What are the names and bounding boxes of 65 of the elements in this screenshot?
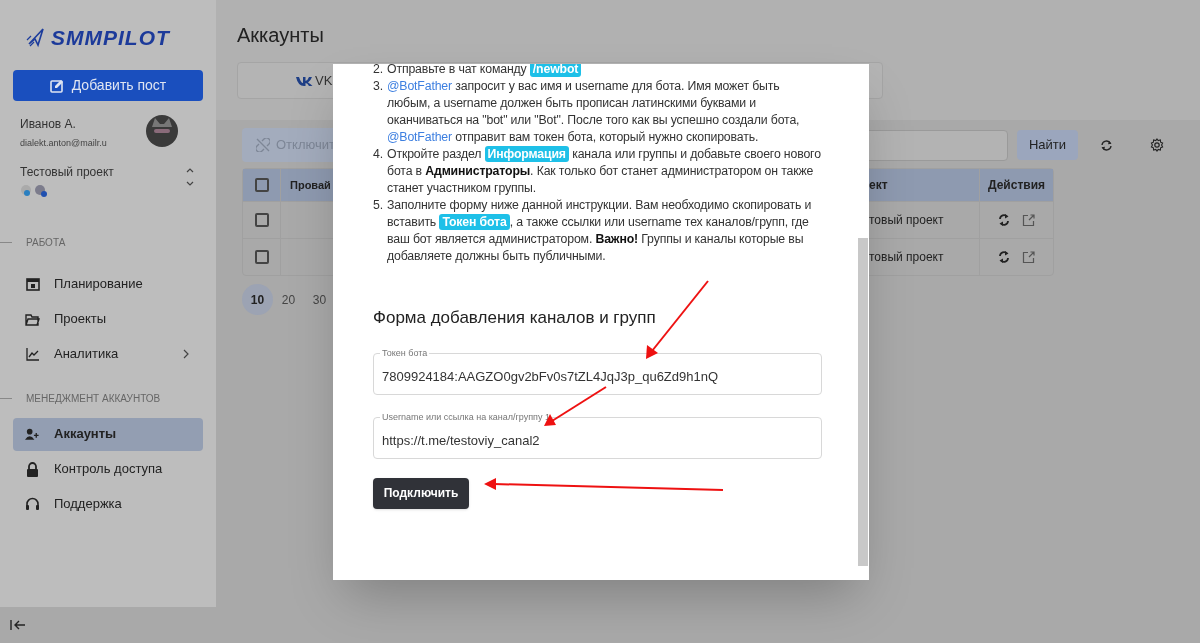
tab[interactable]: VK: [296, 70, 333, 91]
calendar-icon: [25, 277, 40, 291]
vk-logo-icon: [296, 75, 313, 86]
refresh-icon: [1100, 139, 1113, 151]
user-name: Иванов А.: [20, 116, 77, 133]
settings-icon: [1150, 138, 1164, 152]
table-cell-text: товый проект: [869, 249, 944, 266]
sidebar-item[interactable]: Аккаунты: [13, 417, 203, 451]
sync-icon: [998, 250, 1010, 264]
page-button[interactable]: 20: [273, 284, 304, 315]
column-header: Провай: [290, 177, 331, 193]
collapse-sidebar-icon: [10, 619, 26, 631]
lock-icon: [25, 461, 40, 477]
search-button[interactable]: Найти: [1017, 130, 1078, 160]
scrollbar[interactable]: [856, 64, 869, 580]
section-heading: РАБОТА: [26, 235, 66, 250]
edit-icon: [49, 78, 64, 93]
step-text: Откройте раздел Информация канала или группы и добавьте своего нового бота в Администраторы. Как только бот станет администратором он также станет участником группы.: [387, 146, 822, 197]
rocket-icon: [25, 26, 47, 48]
add-post-button[interactable]: Добавить пост: [13, 70, 203, 101]
list-number: 4.: [373, 146, 384, 163]
form-title: Форма добавления каналов и групп: [373, 307, 656, 329]
sidebar-item[interactable]: Контроль доступа: [13, 452, 203, 486]
chevron-up-icon: [186, 167, 194, 173]
page-button[interactable]: 30: [304, 284, 335, 315]
annotation-arrow: [544, 386, 607, 426]
sync-icon: [998, 213, 1010, 227]
open-external-icon: [1022, 213, 1035, 227]
list-number: 5.: [373, 197, 384, 214]
link[interactable]: @BotFather: [387, 130, 452, 144]
table-cell-text: товый проект: [869, 212, 944, 229]
account-avatar-icon: [20, 184, 32, 197]
open-external-icon: [1022, 250, 1035, 264]
sidebar-item[interactable]: Аналитика: [13, 337, 203, 371]
column-header: ект: [869, 177, 888, 194]
sidebar-item[interactable]: Поддержка: [13, 487, 203, 521]
chart-icon: [25, 347, 40, 361]
user-plus-icon: [25, 428, 40, 440]
page-button[interactable]: 10: [242, 284, 273, 315]
step-text: Отправьте в чат команду /newbot: [387, 64, 582, 78]
project-name: Тестовый проект: [20, 163, 114, 181]
field-label: Токен бота: [380, 346, 430, 359]
checkbox[interactable]: [254, 213, 269, 227]
chevron-down-icon: [186, 180, 194, 186]
column-header: Действия: [987, 177, 1046, 194]
user-email: dialekt.anton@mailr.u: [20, 137, 107, 150]
list-number: 2.: [373, 64, 384, 78]
chevron-right-icon: [183, 349, 189, 359]
sidebar-item[interactable]: Планирование: [13, 267, 203, 301]
step-text: Заполните форму ниже данной инструкции. Вам необходимо скопировать и вставить Токен бота , а также ссылки или username тех каналов/групп, где ваш бот является администратором. Важно! Группы и каналы которые вы добавляете должны быть публичными.: [387, 197, 813, 265]
sidebar-item[interactable]: Проекты: [13, 302, 203, 336]
step-text: @BotFather запросит у вас имя и username для бота. Имя может быть любым, а username должен быть прописан латинскими буквами и оканчиваться на "bot" или "Bot". После того как вы успешно создали бота, @BotFather отправит вам токен бота, который нужно скопировать.: [387, 78, 801, 146]
unlink-icon: [256, 138, 270, 152]
list-number: 3.: [373, 78, 384, 95]
account-avatar-icon: [34, 184, 48, 197]
page-title: Аккаунты: [237, 23, 324, 48]
avatar: [146, 115, 178, 147]
section-heading: МЕНЕДЖМЕНТ АККАУНТОВ: [26, 391, 161, 406]
logo-text: SMMPILOT: [51, 26, 170, 48]
link[interactable]: @BotFather: [387, 79, 452, 93]
checkbox[interactable]: [254, 178, 269, 192]
checkbox[interactable]: [254, 250, 269, 264]
folder-icon: [25, 312, 40, 326]
headset-icon: [25, 496, 40, 512]
connect-button[interactable]: Подключить: [373, 477, 469, 509]
